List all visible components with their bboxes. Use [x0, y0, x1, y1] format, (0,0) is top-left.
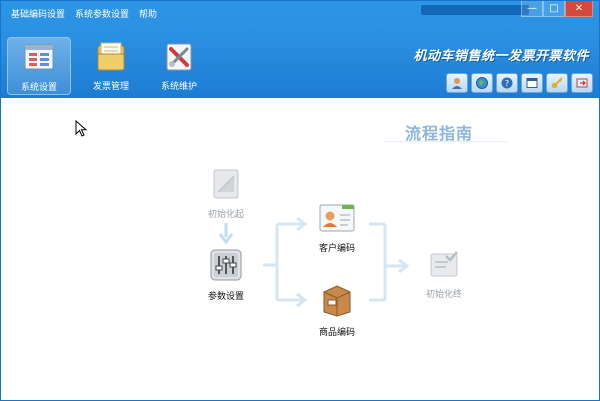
- box-icon: [323, 285, 351, 317]
- minimize-button[interactable]: —: [521, 1, 543, 17]
- mouse-cursor-icon: [75, 120, 87, 137]
- nav-system-settings[interactable]: 系统设置: [7, 37, 71, 95]
- close-button[interactable]: ✕: [565, 1, 593, 17]
- key-icon[interactable]: [546, 73, 568, 93]
- user-icon[interactable]: [446, 73, 468, 93]
- flow-node-customer-code[interactable]: 客户编码: [309, 202, 365, 254]
- guide-title-underline: [383, 141, 507, 142]
- contact-card-icon: [319, 204, 355, 232]
- svg-text:?: ?: [505, 79, 509, 88]
- titlebar-decoration: [421, 5, 529, 15]
- nav-label-system-settings: 系统设置: [20, 83, 57, 93]
- settings-window-icon: [24, 44, 54, 70]
- maximize-button[interactable]: □: [543, 1, 565, 17]
- app-window: 基础编码设置 系统参数设置 帮助 — □ ✕ 系统设置 发票管理 系统维护 机动…: [0, 0, 600, 401]
- menu-basic-code-settings[interactable]: 基础编码设置: [11, 7, 65, 20]
- flow-label-customer-code: 客户编码: [318, 244, 355, 254]
- flow-arrow-branch-left: [263, 216, 308, 308]
- flow-arrow-down: [218, 223, 234, 244]
- window-icon[interactable]: [521, 73, 543, 93]
- flow-node-init-start[interactable]: 初始化起: [201, 168, 251, 220]
- header-area: 基础编码设置 系统参数设置 帮助 — □ ✕ 系统设置 发票管理 系统维护 机动…: [1, 1, 599, 98]
- flow-label-init-end: 初始化终: [425, 290, 462, 300]
- finish-icon: [430, 251, 458, 277]
- menu-system-parameter-settings[interactable]: 系统参数设置: [75, 7, 129, 20]
- nav-label-system-maintenance: 系统维护: [160, 82, 197, 92]
- flow-label-init-start: 初始化起: [207, 210, 244, 220]
- flow-label-params: 参数设置: [207, 292, 244, 302]
- folder-icon: [97, 42, 125, 71]
- flow-node-init-end[interactable]: 初始化终: [419, 248, 469, 300]
- flow-node-product-code[interactable]: 商品编码: [309, 282, 365, 338]
- nav-invoice-management[interactable]: 发票管理: [79, 37, 143, 95]
- flow-label-product-code: 商品编码: [318, 328, 355, 338]
- nav-label-invoice-management: 发票管理: [92, 82, 129, 92]
- main-content: 流程指南 初始化起 参数设置 客户编码 商品编码 初始化终: [1, 98, 599, 400]
- sliders-icon: [210, 249, 242, 281]
- help-icon[interactable]: ?: [496, 73, 518, 93]
- exit-icon[interactable]: [571, 73, 593, 93]
- window-controls: — □ ✕: [521, 1, 593, 17]
- globe-icon[interactable]: [471, 73, 493, 93]
- menu-help[interactable]: 帮助: [139, 7, 157, 20]
- tools-icon: [166, 43, 192, 71]
- app-brand-title: 机动车销售统一发票开票软件: [413, 49, 589, 64]
- init-icon: [213, 169, 239, 199]
- toolbar: ?: [443, 73, 593, 93]
- flow-node-params[interactable]: 参数设置: [199, 248, 253, 302]
- flow-arrow-merge-right: [369, 222, 410, 302]
- nav-system-maintenance[interactable]: 系统维护: [147, 37, 211, 95]
- menu-bar: 基础编码设置 系统参数设置 帮助: [1, 1, 441, 25]
